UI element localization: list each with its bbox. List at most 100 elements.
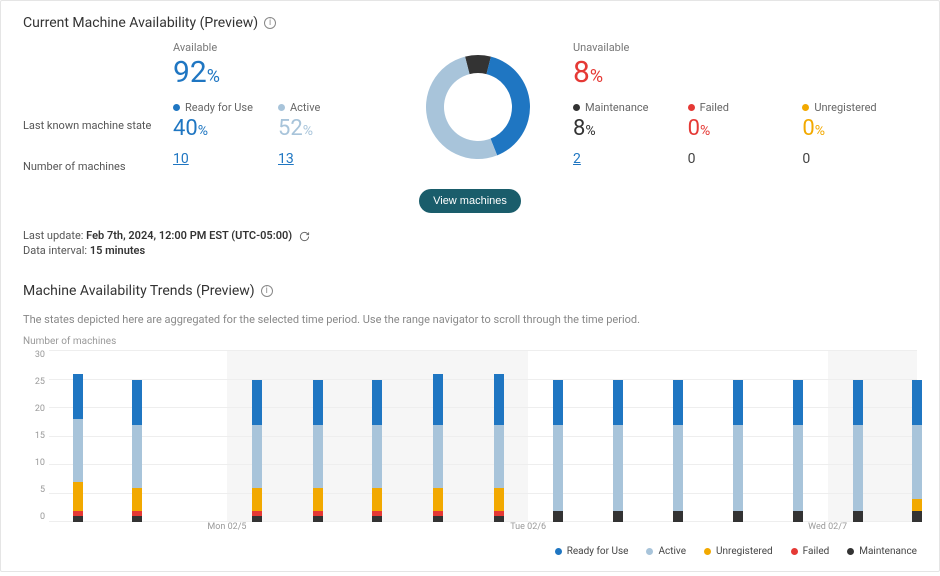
available-pct: %	[207, 66, 220, 87]
info-icon[interactable]: i	[264, 17, 276, 29]
bar-segment	[372, 425, 382, 488]
legend-item[interactable]: Unregistered	[704, 546, 773, 557]
stat-col: Ready for Use 40%	[173, 101, 278, 141]
trends-section-title: Machine Availability Trends (Preview) i	[23, 283, 273, 299]
y-tick: 15	[23, 432, 45, 441]
bar-segment	[313, 380, 323, 426]
color-dot	[688, 104, 695, 111]
stat-pct: 0%	[688, 116, 803, 141]
color-dot	[704, 548, 711, 555]
x-tick-label: Mon 02/5	[207, 522, 246, 532]
machine-count-link[interactable]: 10	[173, 151, 278, 167]
bar-segment	[433, 374, 443, 425]
unavailable-label: Unavailable	[573, 41, 917, 54]
trends-subtitle: The states depicted here are aggregated …	[23, 313, 917, 326]
bar-segment	[613, 511, 623, 522]
color-dot	[802, 104, 809, 111]
stacked-bar	[673, 380, 683, 522]
stacked-bar	[433, 374, 443, 522]
y-tick: 0	[23, 513, 45, 522]
color-dot	[173, 104, 180, 111]
color-dot	[646, 548, 653, 555]
bar-segment	[73, 374, 83, 420]
bar-segment	[853, 380, 863, 426]
x-axis: Mon 02/5Tue 02/6Wed 02/7	[49, 522, 917, 536]
top-area: Last known machine state Number of machi…	[23, 41, 917, 181]
x-tick-label: Tue 02/6	[510, 522, 546, 532]
last-update-label: Last update:	[23, 229, 86, 242]
bar-segment	[912, 425, 922, 499]
bar-segment	[73, 419, 83, 482]
stacked-bar	[613, 380, 623, 522]
donut-block	[383, 41, 573, 181]
bar-segment	[494, 425, 504, 488]
stat-col: Unregistered 0%	[802, 101, 917, 141]
stacked-bar	[793, 380, 803, 522]
current-title-text: Current Machine Availability (Preview)	[23, 15, 258, 31]
stat-label: Active	[278, 101, 383, 114]
bar-segment	[793, 380, 803, 426]
plot-area	[49, 351, 917, 522]
refresh-icon[interactable]	[299, 229, 310, 242]
y-axis: 302520151050	[23, 351, 49, 522]
machine-count: 0	[802, 151, 917, 167]
unavailable-pct: %	[590, 66, 603, 87]
legend-item[interactable]: Ready for Use	[555, 546, 629, 557]
legend-item[interactable]: Active	[646, 546, 686, 557]
color-dot	[555, 548, 562, 555]
gridline	[49, 464, 917, 465]
y-tick: 25	[23, 378, 45, 387]
available-label: Available	[173, 41, 383, 54]
trends-title-text: Machine Availability Trends (Preview)	[23, 283, 255, 299]
bar-segment	[494, 488, 504, 511]
bar-segment	[372, 380, 382, 426]
available-block: Available 92% Ready for Use 40%Active 52…	[173, 41, 383, 181]
available-value-num: 92	[173, 55, 207, 90]
legend-item[interactable]: Failed	[791, 546, 830, 557]
legend-item[interactable]: Maintenance	[847, 546, 917, 557]
last-update-row: Last update: Feb 7th, 2024, 12:00 PM EST…	[23, 229, 917, 242]
stat-pct: 40%	[173, 116, 278, 141]
stat-pct: 8%	[573, 116, 688, 141]
unavailable-value-num: 8	[573, 55, 590, 90]
stacked-bar	[372, 380, 382, 522]
stacked-bar	[733, 380, 743, 522]
machine-count: 0	[688, 151, 803, 167]
stat-pct: 0%	[802, 116, 917, 141]
y-tick: 10	[23, 459, 45, 468]
bar-segment	[132, 425, 142, 488]
view-machines-button[interactable]: View machines	[419, 189, 521, 213]
bar-segment	[673, 511, 683, 522]
available-value: 92%	[173, 56, 383, 89]
chart-area: 302520151050 Mon 02/5Tue 02/6Wed 02/7	[23, 351, 917, 536]
stat-label: Ready for Use	[173, 101, 278, 114]
last-update-value: Feb 7th, 2024, 12:00 PM EST (UTC-05:00)	[86, 229, 292, 242]
bar-segment	[313, 425, 323, 488]
stat-label: Failed	[688, 101, 803, 114]
bar-segment	[733, 511, 743, 522]
stacked-bar	[132, 380, 142, 522]
gridline	[49, 436, 917, 437]
donut-wrap	[418, 47, 538, 181]
bar-segment	[433, 425, 443, 488]
bar-segment	[252, 380, 262, 426]
bar-segment	[252, 425, 262, 488]
y-tick: 30	[23, 351, 45, 360]
bar-segment	[553, 380, 563, 426]
available-num-row: 1013	[173, 151, 383, 167]
machine-count-link[interactable]: 2	[573, 151, 688, 167]
info-icon[interactable]: i	[261, 285, 273, 297]
stacked-bar	[912, 380, 922, 522]
bar-segment	[372, 488, 382, 511]
stat-pct: 52%	[278, 116, 383, 141]
gridline	[49, 493, 917, 494]
bar-segment	[252, 488, 262, 511]
button-row: View machines	[23, 189, 917, 213]
gridline	[49, 407, 917, 408]
bar-segment	[733, 380, 743, 426]
y-tick: 5	[23, 486, 45, 495]
bar-segment	[132, 380, 142, 426]
bar-segment	[673, 425, 683, 511]
stat-label: Maintenance	[573, 101, 688, 114]
machine-count-link[interactable]: 13	[278, 151, 383, 167]
